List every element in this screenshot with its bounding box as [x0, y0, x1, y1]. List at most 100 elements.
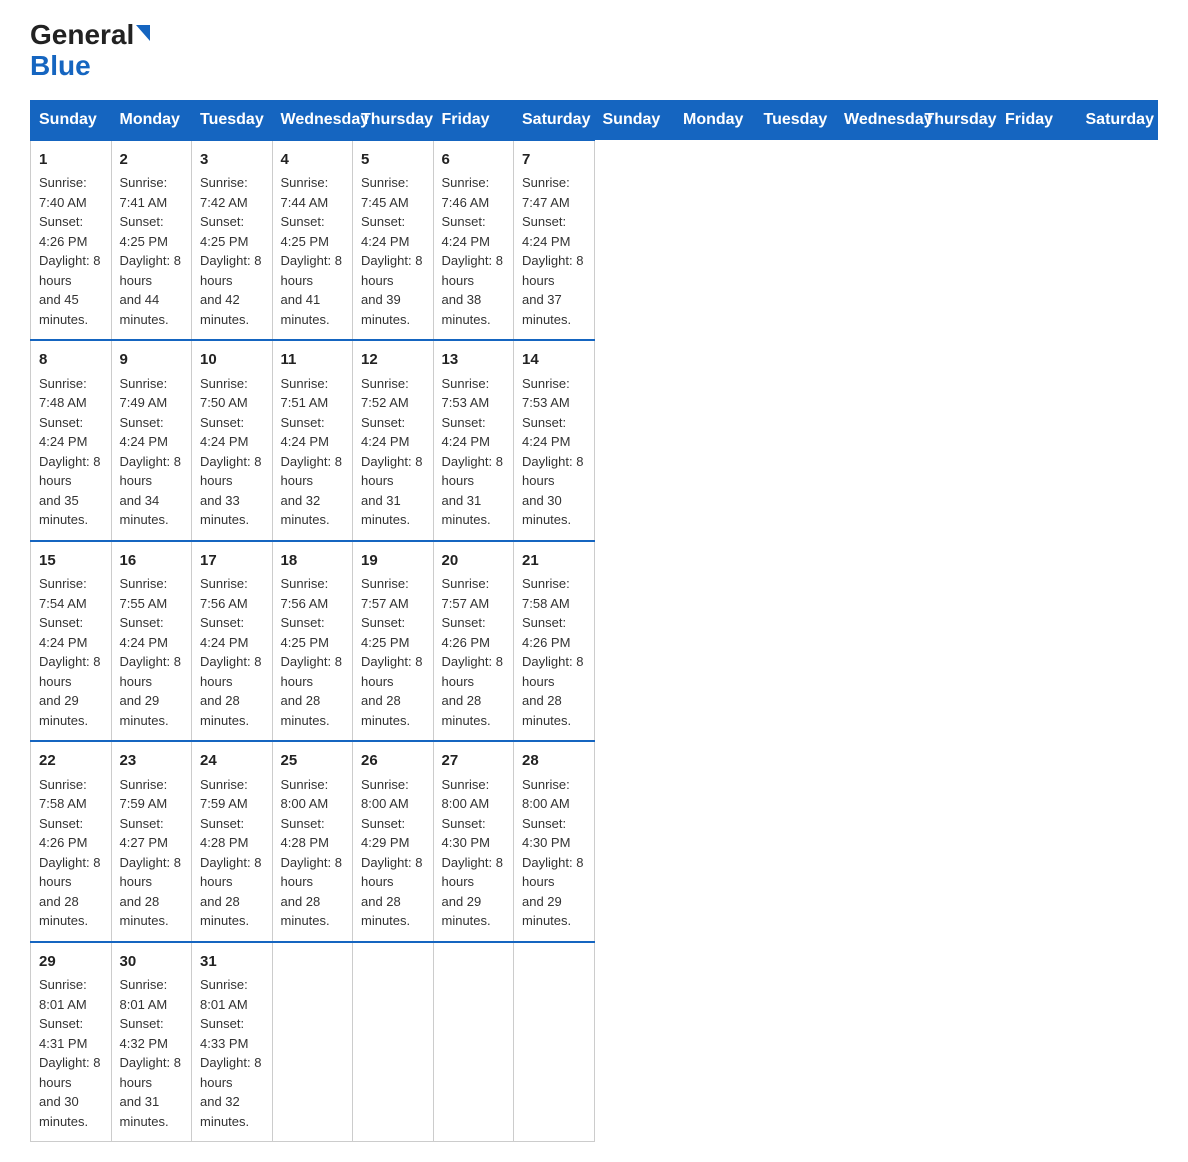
- day-number: 17: [200, 550, 264, 573]
- day-sunrise: Sunrise: 7:56 AM: [281, 576, 329, 611]
- day-sunrise: Sunrise: 7:57 AM: [361, 576, 409, 611]
- day-sunrise: Sunrise: 7:46 AM: [442, 175, 490, 210]
- empty-cell: [353, 942, 434, 1142]
- day-number: 21: [522, 550, 586, 573]
- calendar-day: 20 Sunrise: 7:57 AM Sunset: 4:26 PM Dayl…: [433, 541, 514, 742]
- day-daylight: Daylight: 8 hoursand 29 minutes.: [522, 855, 583, 929]
- calendar-day: 22 Sunrise: 7:58 AM Sunset: 4:26 PM Dayl…: [31, 741, 112, 942]
- calendar-day: 2 Sunrise: 7:41 AM Sunset: 4:25 PM Dayli…: [111, 140, 192, 341]
- calendar-day: 28 Sunrise: 8:00 AM Sunset: 4:30 PM Dayl…: [514, 741, 595, 942]
- day-header-thursday: Thursday: [353, 100, 434, 140]
- day-sunset: Sunset: 4:24 PM: [361, 415, 409, 450]
- day-sunrise: Sunrise: 8:00 AM: [361, 777, 409, 812]
- day-sunrise: Sunrise: 7:57 AM: [442, 576, 490, 611]
- day-number: 8: [39, 349, 103, 372]
- day-daylight: Daylight: 8 hoursand 32 minutes.: [200, 1055, 261, 1129]
- day-daylight: Daylight: 8 hoursand 28 minutes.: [120, 855, 181, 929]
- day-daylight: Daylight: 8 hoursand 45 minutes.: [39, 253, 100, 327]
- day-sunrise: Sunrise: 7:58 AM: [522, 576, 570, 611]
- day-sunset: Sunset: 4:24 PM: [442, 214, 490, 249]
- calendar-day: 29 Sunrise: 8:01 AM Sunset: 4:31 PM Dayl…: [31, 942, 112, 1142]
- day-sunset: Sunset: 4:24 PM: [281, 415, 329, 450]
- day-daylight: Daylight: 8 hoursand 33 minutes.: [200, 454, 261, 528]
- day-sunrise: Sunrise: 7:53 AM: [522, 376, 570, 411]
- day-number: 5: [361, 149, 425, 172]
- calendar-day: 9 Sunrise: 7:49 AM Sunset: 4:24 PM Dayli…: [111, 340, 192, 541]
- day-sunrise: Sunrise: 7:47 AM: [522, 175, 570, 210]
- day-number: 2: [120, 149, 184, 172]
- day-daylight: Daylight: 8 hoursand 44 minutes.: [120, 253, 181, 327]
- day-sunrise: Sunrise: 7:48 AM: [39, 376, 87, 411]
- day-daylight: Daylight: 8 hoursand 28 minutes.: [522, 654, 583, 728]
- day-number: 23: [120, 750, 184, 773]
- day-daylight: Daylight: 8 hoursand 31 minutes.: [361, 454, 422, 528]
- day-sunrise: Sunrise: 8:01 AM: [39, 977, 87, 1012]
- day-sunrise: Sunrise: 7:53 AM: [442, 376, 490, 411]
- day-sunset: Sunset: 4:32 PM: [120, 1016, 168, 1051]
- day-sunset: Sunset: 4:27 PM: [120, 816, 168, 851]
- day-number: 27: [442, 750, 506, 773]
- day-number: 24: [200, 750, 264, 773]
- calendar-day: 27 Sunrise: 8:00 AM Sunset: 4:30 PM Dayl…: [433, 741, 514, 942]
- day-daylight: Daylight: 8 hoursand 28 minutes.: [361, 654, 422, 728]
- day-sunset: Sunset: 4:25 PM: [200, 214, 248, 249]
- day-header-friday: Friday: [997, 100, 1078, 140]
- day-daylight: Daylight: 8 hoursand 30 minutes.: [39, 1055, 100, 1129]
- logo: GeneralBlue: [30, 20, 150, 82]
- day-sunset: Sunset: 4:24 PM: [120, 415, 168, 450]
- day-daylight: Daylight: 8 hoursand 34 minutes.: [120, 454, 181, 528]
- day-number: 11: [281, 349, 345, 372]
- day-number: 30: [120, 951, 184, 974]
- day-sunrise: Sunrise: 8:00 AM: [442, 777, 490, 812]
- day-number: 22: [39, 750, 103, 773]
- calendar-day: 4 Sunrise: 7:44 AM Sunset: 4:25 PM Dayli…: [272, 140, 353, 341]
- day-number: 3: [200, 149, 264, 172]
- calendar-week-row: 15 Sunrise: 7:54 AM Sunset: 4:24 PM Dayl…: [31, 541, 1158, 742]
- calendar-day: 3 Sunrise: 7:42 AM Sunset: 4:25 PM Dayli…: [192, 140, 273, 341]
- calendar-day: 5 Sunrise: 7:45 AM Sunset: 4:24 PM Dayli…: [353, 140, 434, 341]
- day-number: 15: [39, 550, 103, 573]
- calendar-day: 7 Sunrise: 7:47 AM Sunset: 4:24 PM Dayli…: [514, 140, 595, 341]
- day-sunrise: Sunrise: 7:49 AM: [120, 376, 168, 411]
- day-sunset: Sunset: 4:26 PM: [39, 816, 87, 851]
- calendar-day: 1 Sunrise: 7:40 AM Sunset: 4:26 PM Dayli…: [31, 140, 112, 341]
- calendar-day: 31 Sunrise: 8:01 AM Sunset: 4:33 PM Dayl…: [192, 942, 273, 1142]
- empty-cell: [433, 942, 514, 1142]
- day-sunset: Sunset: 4:25 PM: [281, 214, 329, 249]
- day-sunset: Sunset: 4:24 PM: [522, 415, 570, 450]
- day-sunrise: Sunrise: 7:45 AM: [361, 175, 409, 210]
- calendar-day: 13 Sunrise: 7:53 AM Sunset: 4:24 PM Dayl…: [433, 340, 514, 541]
- day-header-saturday: Saturday: [514, 100, 595, 140]
- day-sunset: Sunset: 4:26 PM: [442, 615, 490, 650]
- day-number: 10: [200, 349, 264, 372]
- day-daylight: Daylight: 8 hoursand 29 minutes.: [120, 654, 181, 728]
- day-sunrise: Sunrise: 8:00 AM: [281, 777, 329, 812]
- day-sunrise: Sunrise: 8:01 AM: [200, 977, 248, 1012]
- day-sunset: Sunset: 4:24 PM: [39, 415, 87, 450]
- day-daylight: Daylight: 8 hoursand 41 minutes.: [281, 253, 342, 327]
- calendar-day: 15 Sunrise: 7:54 AM Sunset: 4:24 PM Dayl…: [31, 541, 112, 742]
- calendar-week-row: 29 Sunrise: 8:01 AM Sunset: 4:31 PM Dayl…: [31, 942, 1158, 1142]
- day-sunset: Sunset: 4:30 PM: [522, 816, 570, 851]
- day-header-sunday: Sunday: [594, 100, 675, 140]
- day-header-monday: Monday: [675, 100, 756, 140]
- day-daylight: Daylight: 8 hoursand 29 minutes.: [442, 855, 503, 929]
- day-sunrise: Sunrise: 7:41 AM: [120, 175, 168, 210]
- day-header-sunday: Sunday: [31, 100, 112, 140]
- day-daylight: Daylight: 8 hoursand 32 minutes.: [281, 454, 342, 528]
- day-sunrise: Sunrise: 7:51 AM: [281, 376, 329, 411]
- day-daylight: Daylight: 8 hoursand 38 minutes.: [442, 253, 503, 327]
- day-sunset: Sunset: 4:24 PM: [39, 615, 87, 650]
- calendar-day: 17 Sunrise: 7:56 AM Sunset: 4:24 PM Dayl…: [192, 541, 273, 742]
- day-daylight: Daylight: 8 hoursand 35 minutes.: [39, 454, 100, 528]
- day-number: 28: [522, 750, 586, 773]
- calendar-week-row: 8 Sunrise: 7:48 AM Sunset: 4:24 PM Dayli…: [31, 340, 1158, 541]
- calendar-day: 18 Sunrise: 7:56 AM Sunset: 4:25 PM Dayl…: [272, 541, 353, 742]
- day-daylight: Daylight: 8 hoursand 39 minutes.: [361, 253, 422, 327]
- day-number: 4: [281, 149, 345, 172]
- day-number: 26: [361, 750, 425, 773]
- calendar-day: 26 Sunrise: 8:00 AM Sunset: 4:29 PM Dayl…: [353, 741, 434, 942]
- calendar-day: 8 Sunrise: 7:48 AM Sunset: 4:24 PM Dayli…: [31, 340, 112, 541]
- calendar-day: 12 Sunrise: 7:52 AM Sunset: 4:24 PM Dayl…: [353, 340, 434, 541]
- calendar-week-row: 22 Sunrise: 7:58 AM Sunset: 4:26 PM Dayl…: [31, 741, 1158, 942]
